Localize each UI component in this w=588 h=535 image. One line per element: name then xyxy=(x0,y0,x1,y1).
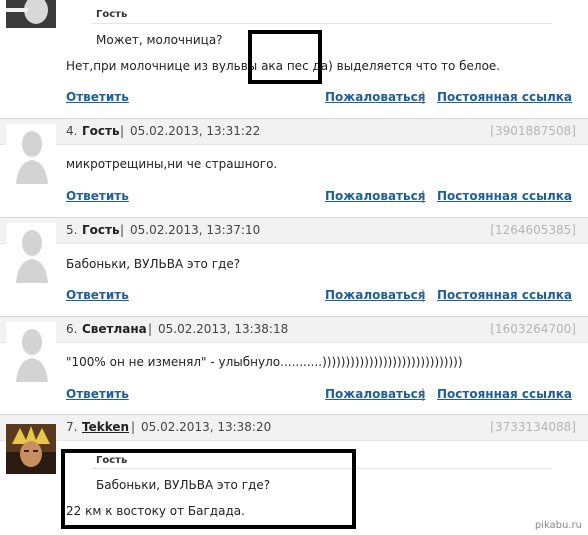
comment-date: 05.02.2013, 13:38:20 xyxy=(141,420,272,434)
link-separator: | xyxy=(421,189,426,203)
user-avatar xyxy=(6,424,56,474)
permalink-link[interactable]: Постоянная ссылка xyxy=(437,288,572,302)
link-separator: | xyxy=(421,90,426,104)
comment-id[interactable]: [1603264700] xyxy=(490,322,576,336)
reply-link[interactable]: Ответить xyxy=(66,387,129,401)
comment-header: 5. Гость | 05.02.2013, 13:37:10 [1264605… xyxy=(0,217,588,244)
highlight-box xyxy=(248,30,322,84)
comment-id[interactable]: [1264605385] xyxy=(490,223,576,237)
top-comment-avatar xyxy=(6,0,56,28)
link-separator: | xyxy=(421,288,426,302)
reply-link[interactable]: Ответить xyxy=(66,189,129,203)
comment-author-link[interactable]: Tekken xyxy=(82,420,129,434)
comment-text: микротрещины,ни че страшного. xyxy=(66,157,278,171)
comment-6: 6. Светлана | 05.02.2013, 13:38:18 [1603… xyxy=(0,316,588,408)
comment-date: 05.02.2013, 13:31:22 xyxy=(130,124,261,138)
comment-date: 05.02.2013, 13:37:10 xyxy=(130,223,261,237)
comment-header: 6. Светлана | 05.02.2013, 13:38:18 [1603… xyxy=(0,316,588,343)
permalink-link[interactable]: Постоянная ссылка xyxy=(437,90,572,104)
comment-4: 4. Гость | 05.02.2013, 13:31:22 [3901887… xyxy=(0,118,588,210)
comment-id[interactable]: [3733134088] xyxy=(490,420,576,434)
header-separator: | xyxy=(120,223,125,237)
comment-text: "100% он не изменял" - улыбнуло.........… xyxy=(66,355,463,369)
comment-number: 7. xyxy=(66,420,78,434)
quote-text: Может, молочница? xyxy=(96,33,223,47)
reply-link[interactable]: Ответить xyxy=(66,288,129,302)
header-separator: | xyxy=(120,124,125,138)
header-separator: | xyxy=(148,322,153,336)
comment-header: 7. Tekken | 05.02.2013, 13:38:20 [373313… xyxy=(0,414,588,441)
default-avatar-icon xyxy=(6,223,56,283)
comment-number: 5. xyxy=(66,223,78,237)
watermark: pikabu.ru xyxy=(534,520,582,531)
default-avatar-icon xyxy=(6,322,56,382)
permalink-link[interactable]: Постоянная ссылка xyxy=(437,387,572,401)
comment-id[interactable]: [3901887508] xyxy=(490,124,576,138)
report-link[interactable]: Пожаловаться xyxy=(325,288,425,302)
link-separator: | xyxy=(421,387,426,401)
comment-author: Гость xyxy=(82,223,120,237)
comment-text: Бабоньки, ВУЛЬВА это где? xyxy=(66,257,241,271)
reply-link[interactable]: Ответить xyxy=(66,90,129,104)
comment-author: Светлана xyxy=(82,322,147,336)
comment-author: Гость xyxy=(82,124,120,138)
comment-5: 5. Гость | 05.02.2013, 13:37:10 [1264605… xyxy=(0,217,588,309)
comment-number: 6. xyxy=(66,322,78,336)
quote-divider xyxy=(92,23,552,24)
report-link[interactable]: Пожаловаться xyxy=(325,189,425,203)
comment-header: 4. Гость | 05.02.2013, 13:31:22 [3901887… xyxy=(0,118,588,145)
highlight-box xyxy=(61,449,356,529)
default-avatar-icon xyxy=(6,124,56,184)
report-link[interactable]: Пожаловаться xyxy=(325,90,425,104)
permalink-link[interactable]: Постоянная ссылка xyxy=(437,189,572,203)
report-link[interactable]: Пожаловаться xyxy=(325,387,425,401)
quote-author: Гость xyxy=(96,9,128,20)
comment-date: 05.02.2013, 13:38:18 xyxy=(158,322,289,336)
comment-number: 4. xyxy=(66,124,78,138)
header-separator: | xyxy=(131,420,136,434)
